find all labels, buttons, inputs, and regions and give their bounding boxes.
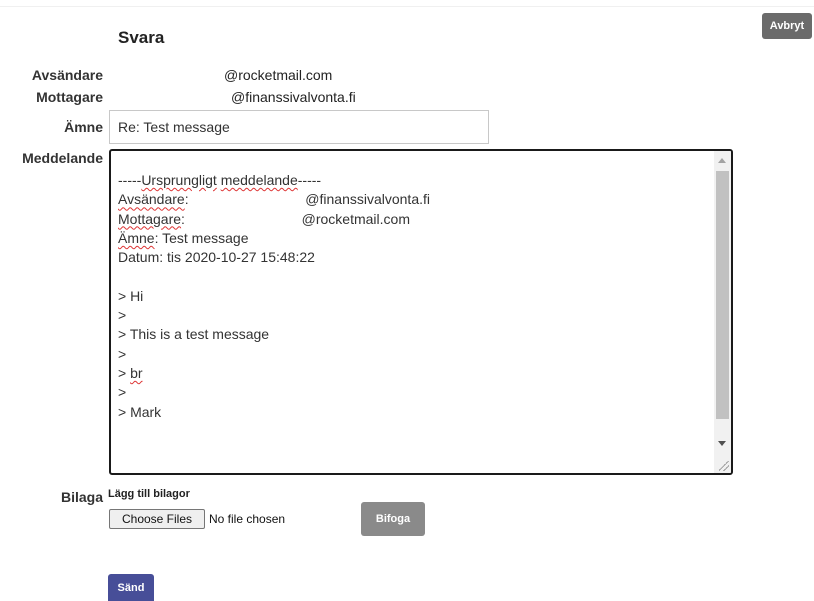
attach-button[interactable]: Bifoga [361, 502, 425, 536]
message-original-word1: Ursprungligt [141, 172, 217, 188]
scroll-down-arrow-icon[interactable] [718, 441, 726, 446]
message-line-br-prefix: > [118, 364, 131, 381]
sender-label: Avsändare [31, 67, 103, 83]
recipient-value: @finanssivalvonta.fi [231, 89, 356, 105]
message-dash-right: ----- [297, 172, 322, 188]
message-recipient-label: Mottagare [118, 210, 182, 227]
message-original-word2: meddelande [220, 172, 298, 188]
message-subject-label: Ämne [118, 229, 155, 246]
sender-value: @rocketmail.com [224, 67, 333, 83]
message-line-blank1: > [118, 307, 127, 324]
subject-input-value: Re: Test message [118, 119, 230, 135]
message-scrollbar[interactable] [714, 151, 731, 473]
message-sender-label: Avsändare [118, 191, 185, 208]
recipient-label: Mottagare [36, 89, 103, 105]
message-line-mark: > Mark [118, 403, 162, 420]
file-status-text: No file chosen [209, 512, 286, 526]
scroll-thumb[interactable] [716, 171, 729, 419]
page-title: Svara [118, 28, 165, 47]
message-line-hi: > Hi [118, 287, 144, 304]
add-attachments-label: Lägg till bilagor [108, 488, 190, 500]
message-recipient-value: @rocketmail.com [301, 210, 410, 227]
resize-grip-icon[interactable] [719, 461, 729, 471]
message-sender-value: @finanssivalvonta.fi [305, 191, 430, 208]
scroll-up-arrow-icon[interactable] [718, 158, 726, 163]
subject-input[interactable]: Re: Test message [109, 110, 489, 144]
attachment-label: Bilaga [60, 489, 103, 505]
message-content: -----Ursprungligt meddelande----- Avsänd… [118, 172, 430, 420]
message-line-blank2: > [118, 345, 127, 362]
top-divider [0, 6, 814, 7]
message-label: Meddelande [22, 150, 103, 166]
message-subject-value: : Test message [154, 229, 249, 246]
cancel-button[interactable]: Avbryt [762, 13, 812, 39]
message-line-br-word: br [130, 364, 143, 381]
message-line-test: > This is a test message [118, 326, 270, 343]
message-textarea[interactable]: -----Ursprungligt meddelande----- Avsänd… [109, 149, 733, 475]
message-line-blank3: > [118, 384, 127, 401]
choose-files-button[interactable]: Choose Files [109, 509, 205, 529]
message-dash-left: ----- [118, 172, 142, 188]
message-date-line: Datum: tis 2020-10-27 15:48:22 [118, 249, 315, 266]
subject-label: Ämne [64, 119, 103, 135]
send-button[interactable]: Sänd [108, 574, 154, 601]
